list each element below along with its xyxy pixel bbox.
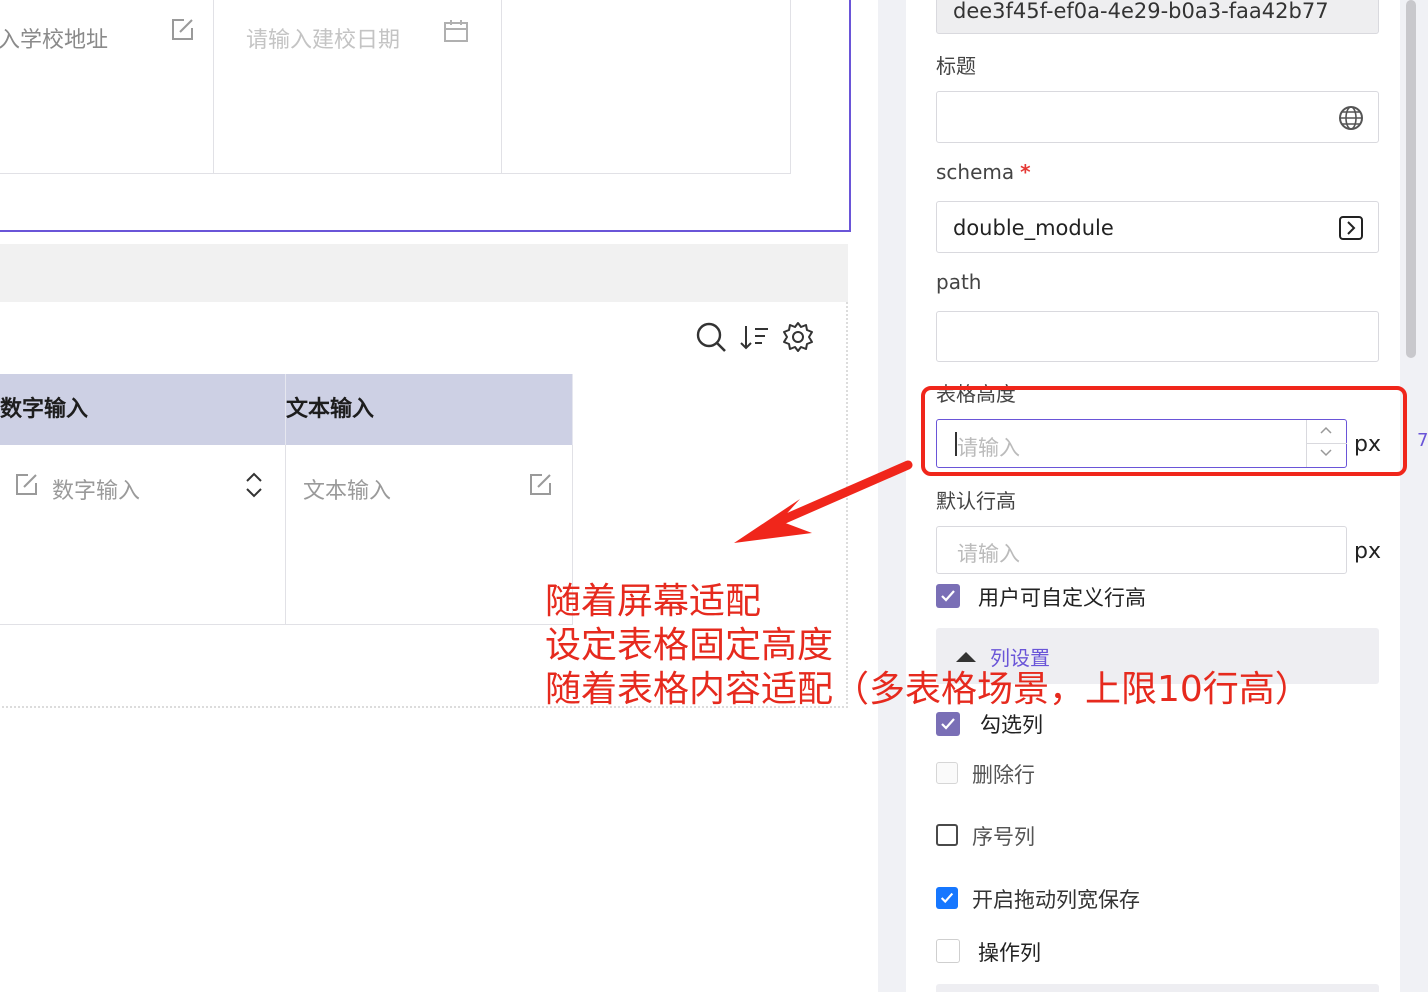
edit-icon [172,19,193,40]
drag-width-save-checkbox[interactable] [936,887,958,909]
path-label: path [936,270,982,294]
property-panel-content: dee3f45f-ef0a-4e29-b0a3-faa42b77 标题 sche… [906,0,1400,992]
annotation-arrow-icon [734,460,913,543]
required-mark: * [1020,160,1031,184]
schema-value: double_module [953,216,1114,240]
annotation-line-1: 随着屏幕适配 [545,581,762,622]
school-address-input[interactable]: 入学校地址 [0,22,108,54]
delete-row-checkbox[interactable] [936,762,958,784]
section-header-band [0,244,848,302]
edit-icon [16,474,37,495]
calendar-icon [444,20,468,42]
school-address-cell[interactable]: 入学校地址 [0,0,214,174]
number-input[interactable]: 数字输入 [52,473,140,505]
table-cell-number[interactable]: 数字输入 [0,445,286,625]
empty-cell [502,0,791,174]
checkbox-column-toggle[interactable] [936,712,960,736]
schema-label: schema * [936,160,1031,184]
action-column-checkbox[interactable] [936,939,960,963]
row-height-placeholder: 请输入 [957,542,1020,566]
annotation-text: 随着屏幕适配 设定表格固定高度 随着表格内容适配（多表格场景，上限10行高） [545,580,1311,712]
title-input[interactable] [936,91,1379,143]
row-height-unit: px [1354,539,1381,564]
row-height-label: 默认行高 [936,489,1016,513]
globe-icon[interactable] [1338,105,1364,131]
stepper-icon[interactable] [244,471,264,499]
next-section-header[interactable] [936,984,1379,992]
edit-icon [530,474,551,495]
column-header-number[interactable]: 数字输入 [0,374,286,445]
action-column-label: 操作列 [978,941,1041,965]
title-label: 标题 [936,54,976,78]
column-header-text[interactable]: 文本输入 [286,374,573,445]
panel-edge-glyph: 7 [1417,430,1428,451]
row-height-input[interactable]: 请输入 [936,526,1347,574]
schema-input[interactable]: double_module [936,201,1379,253]
search-icon[interactable] [694,320,728,354]
sort-icon[interactable] [738,320,772,354]
build-date-cell[interactable]: 请输入建校日期 [214,0,502,174]
property-panel: dee3f45f-ef0a-4e29-b0a3-faa42b77 标题 sche… [878,0,1428,992]
build-date-input[interactable]: 请输入建校日期 [246,22,400,54]
annotation-line-2: 设定表格固定高度 [545,625,834,666]
gear-icon[interactable] [781,320,815,354]
delete-row-label: 删除行 [972,763,1035,787]
drag-width-save-label: 开启拖动列宽保存 [972,888,1140,912]
index-column-checkbox[interactable] [936,824,958,846]
path-input[interactable] [936,311,1379,362]
annotation-line-3: 随着表格内容适配（多表格场景，上限10行高） [545,669,1311,710]
panel-scrollbar[interactable] [1406,0,1416,358]
table-cell-text[interactable]: 文本输入 [286,445,573,625]
index-column-label: 序号列 [972,825,1035,849]
checkbox-column-label: 勾选列 [980,713,1043,737]
select-arrow-icon[interactable] [1338,215,1364,241]
form-row-selected[interactable]: 入学校地址 请输入建校日期 [0,0,851,232]
id-value: dee3f45f-ef0a-4e29-b0a3-faa42b77 [953,0,1329,23]
text-input[interactable]: 文本输入 [303,473,391,505]
id-field: dee3f45f-ef0a-4e29-b0a3-faa42b77 [936,0,1379,34]
annotation-highlight-box [921,386,1407,476]
